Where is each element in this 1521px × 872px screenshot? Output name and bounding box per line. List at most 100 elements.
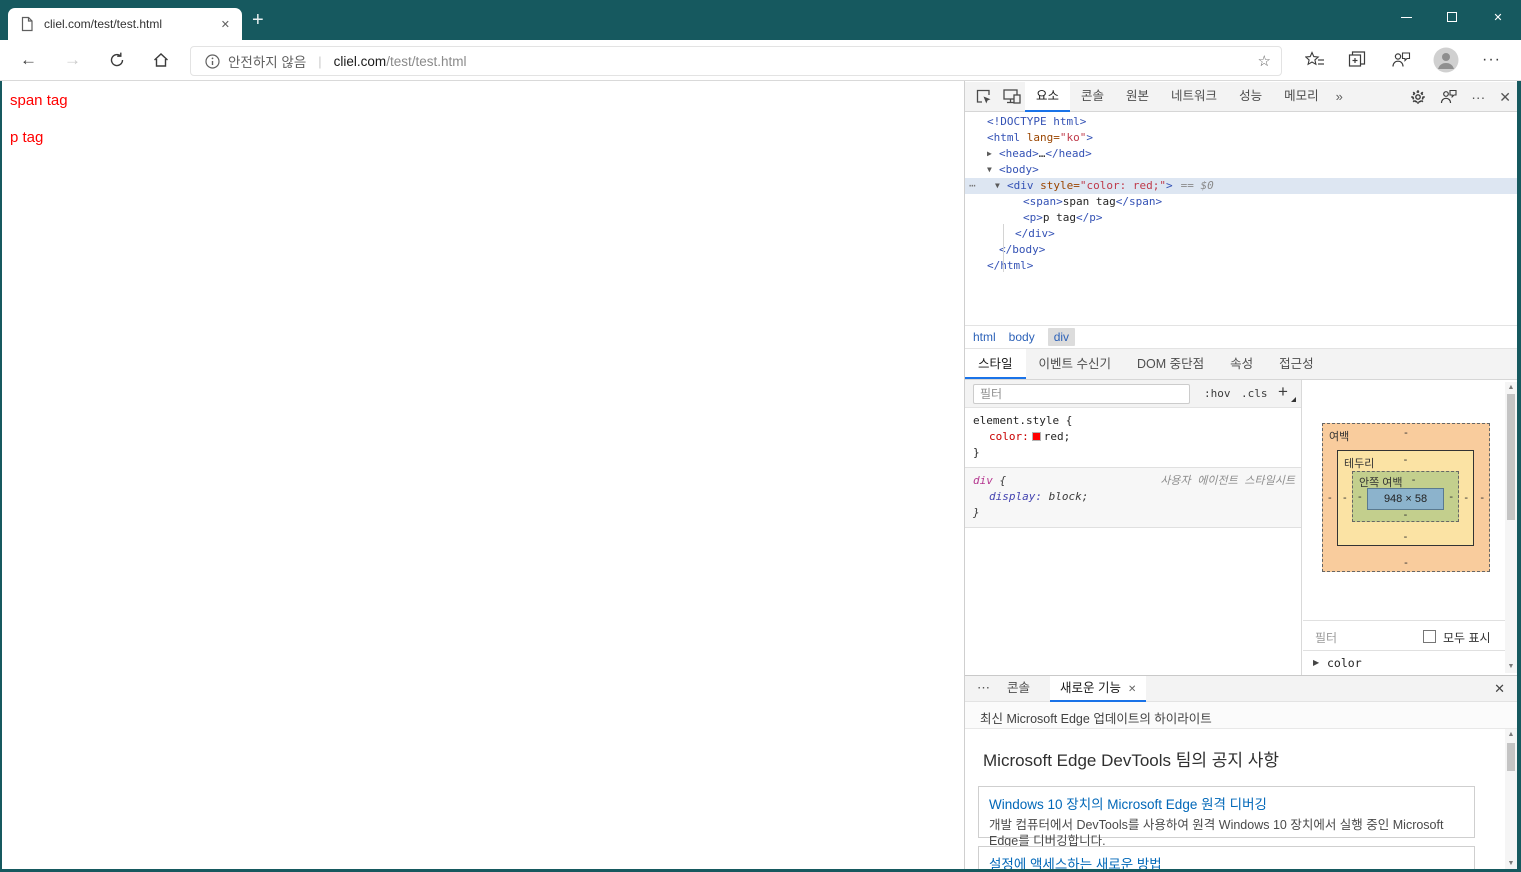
favorites-bar-button[interactable] — [1305, 51, 1325, 69]
computed-filter-input[interactable]: 필터 — [1315, 629, 1337, 646]
tab-dom-breakpoints[interactable]: DOM 중단점 — [1124, 349, 1217, 379]
box-model-border[interactable]: 테두리 - - - - 안쪽 여백 - - - - 948 × 58 — [1337, 450, 1474, 546]
class-button[interactable]: .cls — [1241, 387, 1268, 400]
window-frame-left — [0, 81, 2, 872]
edge-window: { "colors": { "frame_teal": "#16595f", "… — [0, 0, 1521, 872]
devtools-more-icon[interactable]: ··· — [1471, 89, 1485, 105]
styles-filter-bar: :hov .cls + — [965, 380, 1301, 408]
node-menu-dots-icon[interactable]: ⋯ — [969, 178, 977, 194]
color-swatch[interactable] — [1031, 432, 1041, 441]
tree-line-div-close[interactable]: </div> — [965, 226, 1517, 242]
drawer-close-icon[interactable]: ✕ — [1494, 681, 1505, 697]
tree-line-html-open[interactable]: <html lang="ko"> — [965, 130, 1517, 146]
drawer-tab-whats-new[interactable]: 새로운 기능 ✕ — [1050, 676, 1147, 702]
tree-line-body-close[interactable]: </body> — [965, 242, 1517, 258]
expand-icon[interactable]: ▶ — [1313, 658, 1319, 667]
tab-close-icon[interactable]: ✕ — [217, 16, 234, 33]
computed-color-section[interactable]: ▶ color — [1303, 650, 1505, 675]
drawer-more-icon[interactable]: ⋯ — [977, 680, 991, 696]
settings-more-button[interactable]: ··· — [1482, 51, 1501, 69]
hover-state-button[interactable]: :hov — [1204, 387, 1231, 400]
breadcrumb-div[interactable]: div — [1047, 328, 1076, 346]
breadcrumb-body[interactable]: body — [1009, 330, 1035, 344]
tab-elements[interactable]: 요소 — [1025, 82, 1071, 112]
tab-console[interactable]: 콘솔 — [1070, 82, 1115, 112]
devtools-close-icon[interactable]: ✕ — [1499, 89, 1511, 106]
tab-memory[interactable]: 메모리 — [1273, 82, 1330, 112]
scrollbar-thumb[interactable] — [1507, 743, 1515, 771]
more-tabs-icon[interactable]: » — [1330, 82, 1349, 112]
box-model-margin[interactable]: 여백 - - - - 테두리 - - - - 안쪽 여백 - - - - 948… — [1322, 423, 1490, 572]
tab-properties[interactable]: 속성 — [1217, 349, 1266, 379]
computed-filter-row: 필터 모두 표시 — [1303, 620, 1505, 650]
scroll-down-icon[interactable]: ▼ — [1505, 858, 1517, 869]
close-drawer-tab-icon[interactable]: ✕ — [1128, 684, 1136, 695]
announcements-heading: Microsoft Edge DevTools 팀의 공지 사항 — [983, 751, 1280, 770]
layout-pane: 여백 - - - - 테두리 - - - - 안쪽 여백 - - - - 948… — [1303, 380, 1517, 675]
collections-button[interactable] — [1348, 51, 1367, 70]
news-card-remote-debugging[interactable]: Windows 10 장치의 Microsoft Edge 원격 디버깅 개발 … — [978, 786, 1475, 848]
scroll-down-icon[interactable]: ▼ — [1505, 661, 1517, 673]
forward-button[interactable]: → — [64, 50, 81, 70]
tab-performance[interactable]: 성능 — [1228, 82, 1273, 112]
show-all-label: 모두 표시 — [1443, 631, 1491, 645]
address-bar[interactable]: 안전하지 않음 | cliel.com /test/test.html ☆ — [190, 46, 1282, 76]
whats-new-content: Microsoft Edge DevTools 팀의 공지 사항 Windows… — [965, 729, 1517, 869]
styles-filter-input[interactable] — [973, 384, 1190, 404]
layout-scrollbar[interactable]: ▲ ▼ — [1505, 382, 1517, 673]
box-model-content[interactable]: 948 × 58 — [1367, 488, 1444, 510]
tab-sources[interactable]: 원본 — [1115, 82, 1160, 112]
new-tab-button[interactable]: + — [252, 10, 264, 30]
settings-gear-icon[interactable] — [1410, 89, 1426, 105]
devtools-feedback-icon[interactable] — [1440, 89, 1457, 105]
tab-event-listeners[interactable]: 이벤트 수신기 — [1026, 349, 1124, 379]
url-host: cliel.com — [333, 53, 387, 69]
tree-line-div-selected[interactable]: ⋯ ▼ <div style="color: red;"> == $0 — [965, 178, 1517, 194]
element-style-rule[interactable]: element.style { color: red; } — [965, 408, 1301, 467]
devtools-panel: 요소 콘솔 원본 네트워크 성능 메모리 » ··· ✕ <!DOCTYPE h… — [965, 82, 1517, 869]
breadcrumb-html[interactable]: html — [973, 330, 996, 344]
maximize-button[interactable] — [1429, 0, 1475, 34]
show-all-checkbox[interactable] — [1423, 630, 1436, 643]
user-agent-rule[interactable]: 사용자 에이전트 스타일시트 div { display: block; } — [965, 467, 1301, 528]
tree-line-html-close[interactable]: </html> — [965, 258, 1517, 274]
back-button[interactable]: ← — [20, 50, 37, 70]
new-style-rule-button[interactable]: + — [1278, 382, 1288, 402]
profile-avatar[interactable] — [1433, 47, 1459, 73]
news-link[interactable]: 설정에 액세스하는 새로운 방법 — [989, 853, 1464, 869]
news-card-settings-access[interactable]: 설정에 액세스하는 새로운 방법 — [978, 846, 1475, 869]
box-model-padding[interactable]: 안쪽 여백 - - - - 948 × 58 — [1352, 471, 1459, 522]
drawer-scrollbar[interactable]: ▲ ▼ — [1505, 729, 1517, 869]
minimize-button[interactable] — [1383, 0, 1429, 34]
device-toolbar-icon[interactable] — [1003, 89, 1021, 104]
tab-styles[interactable]: 스타일 — [965, 349, 1026, 379]
tree-line-body-open[interactable]: ▼ <body> — [965, 162, 1517, 178]
add-favorite-star-icon[interactable]: ☆ — [1258, 52, 1271, 70]
scrollbar-thumb[interactable] — [1507, 394, 1515, 520]
browser-tab[interactable]: cliel.com/test/test.html ✕ — [8, 8, 242, 40]
scroll-up-icon[interactable]: ▲ — [1505, 729, 1517, 741]
drawer-tab-console[interactable]: 콘솔 — [997, 676, 1040, 702]
devtools-toolbar: 요소 콘솔 원본 네트워크 성능 메모리 » ··· ✕ — [965, 82, 1517, 112]
collapse-icon[interactable]: ▼ — [987, 162, 999, 178]
tab-network[interactable]: 네트워크 — [1160, 82, 1228, 112]
home-button[interactable] — [152, 51, 170, 69]
scroll-up-icon[interactable]: ▲ — [1505, 382, 1517, 394]
security-label: 안전하지 않음 — [228, 55, 307, 70]
feedback-button[interactable] — [1391, 51, 1411, 70]
refresh-button[interactable] — [108, 51, 126, 69]
drawer-tab-strip: ⋯ 콘솔 새로운 기능 ✕ ✕ — [965, 676, 1517, 702]
tab-accessibility[interactable]: 접근성 — [1266, 349, 1327, 379]
tree-line-p[interactable]: <p>p tag</p> — [965, 210, 1517, 226]
inspect-element-icon[interactable] — [975, 88, 992, 105]
collapse-icon[interactable]: ▼ — [995, 178, 1007, 194]
not-secure-info-icon[interactable] — [205, 53, 220, 69]
close-window-button[interactable]: ✕ — [1475, 0, 1521, 34]
expand-icon[interactable]: ▶ — [987, 146, 999, 162]
tree-line-span[interactable]: <span>span tag</span> — [965, 194, 1517, 210]
tree-line-doctype[interactable]: <!DOCTYPE html> — [965, 114, 1517, 130]
news-link[interactable]: Windows 10 장치의 Microsoft Edge 원격 디버깅 — [989, 793, 1464, 813]
tree-line-head[interactable]: ▶ <head>…</head> — [965, 146, 1517, 162]
minimize-icon — [1400, 16, 1412, 18]
devtools-tab-strip: 요소 콘솔 원본 네트워크 성능 메모리 » — [1025, 82, 1349, 112]
